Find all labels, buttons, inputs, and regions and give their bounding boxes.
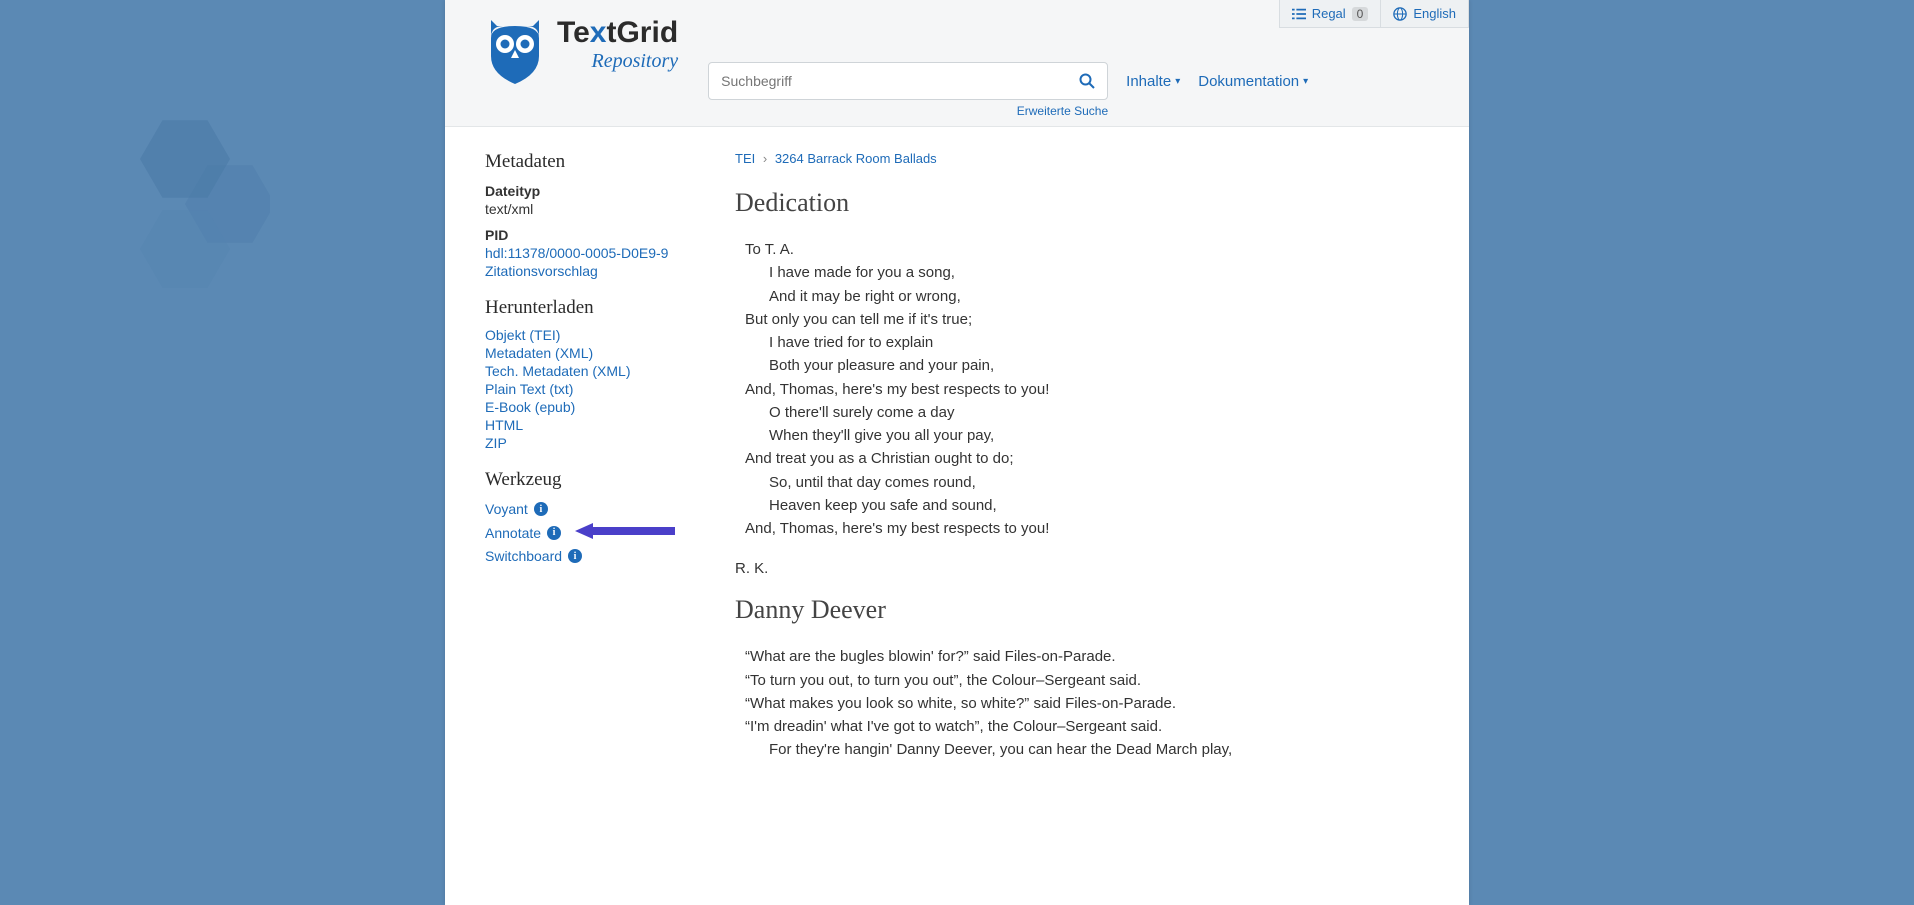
poem-line: And it may be right or wrong, <box>769 285 1429 308</box>
tool-row: Voyanti <box>485 499 695 519</box>
owl-icon <box>485 18 545 86</box>
breadcrumb-separator: › <box>763 151 767 166</box>
logo-text: TextGrid <box>557 18 678 48</box>
citation-link[interactable]: Zitationsvorschlag <box>485 263 695 279</box>
page-container: Regal 0 English TextGrid Repositor <box>445 0 1469 905</box>
breadcrumb-title[interactable]: 3264 Barrack Room Ballads <box>775 151 937 166</box>
info-icon[interactable]: i <box>568 549 582 563</box>
download-link[interactable]: Metadaten (XML) <box>485 345 695 361</box>
poem-line: I have made for you a song, <box>769 261 1429 284</box>
poem-line: Both your pleasure and your pain, <box>769 354 1429 377</box>
language-button[interactable]: English <box>1380 0 1468 27</box>
logo[interactable]: TextGrid Repository <box>485 14 678 86</box>
poem-line: “What makes you look so white, so white?… <box>745 692 1429 715</box>
shelf-button[interactable]: Regal 0 <box>1280 0 1381 27</box>
shelf-label: Regal <box>1312 6 1346 21</box>
search-area: Inhalte ▾ Dokumentation ▾ Erweiterte Suc… <box>708 14 1429 118</box>
pid-label: PID <box>485 227 695 243</box>
annotation-arrow <box>575 521 675 544</box>
section-heading-dedication: Dedication <box>735 188 1429 218</box>
shelf-count-badge: 0 <box>1352 7 1369 21</box>
filetype-value: text/xml <box>485 201 695 217</box>
tools-heading: Werkzeug <box>485 469 695 491</box>
background-hex-pattern <box>0 0 270 905</box>
poem-line: So, until that day comes round, <box>769 471 1429 494</box>
poem-line: When they'll give you all your pay, <box>769 424 1429 447</box>
breadcrumb-tei[interactable]: TEI <box>735 151 755 166</box>
poem-line: Heaven keep you safe and sound, <box>769 494 1429 517</box>
poem-line: To T. A. <box>745 238 1429 261</box>
pid-link[interactable]: hdl:11378/0000-0005-D0E9-9 <box>485 245 695 261</box>
chevron-down-icon: ▾ <box>1303 76 1308 87</box>
search-button[interactable] <box>1067 63 1107 99</box>
poem-line: “I'm dreadin' what I've got to watch”, t… <box>745 715 1429 738</box>
download-list: Objekt (TEI) Metadaten (XML) Tech. Metadat… <box>485 327 695 451</box>
breadcrumb: TEI › 3264 Barrack Room Ballads <box>735 151 1429 166</box>
tool-link-annotate[interactable]: Annotate <box>485 525 541 541</box>
download-link[interactable]: Plain Text (txt) <box>485 381 695 397</box>
poem-line: O there'll surely come a day <box>769 401 1429 424</box>
poem-line: “To turn you out, to turn you out”, the … <box>745 669 1429 692</box>
info-icon[interactable]: i <box>547 526 561 540</box>
body: Metadaten Dateityp text/xml PID hdl:1137… <box>445 127 1469 802</box>
poem-line: And, Thomas, here's my best respects to … <box>745 517 1429 540</box>
poem-line: But only you can tell me if it's true; <box>745 308 1429 331</box>
info-icon[interactable]: i <box>534 502 548 516</box>
poem-line: I have tried for to explain <box>769 331 1429 354</box>
chevron-down-icon: ▾ <box>1175 76 1180 87</box>
download-link[interactable]: HTML <box>485 417 695 433</box>
tools-list: VoyantiAnnotateiSwitchboardi <box>485 499 695 566</box>
advanced-search-link[interactable]: Erweiterte Suche <box>708 104 1108 118</box>
search-icon <box>1079 73 1095 89</box>
section-heading-danny-deever: Danny Deever <box>735 595 1429 625</box>
poem-line: And, Thomas, here's my best respects to … <box>745 378 1429 401</box>
signature: R. K. <box>735 560 1429 577</box>
list-icon <box>1292 7 1306 21</box>
globe-icon <box>1393 7 1407 21</box>
download-link[interactable]: Tech. Metadaten (XML) <box>485 363 695 379</box>
download-heading: Herunterladen <box>485 297 695 319</box>
download-link[interactable]: Objekt (TEI) <box>485 327 695 343</box>
nav-contents[interactable]: Inhalte ▾ <box>1126 73 1180 90</box>
sidebar: Metadaten Dateityp text/xml PID hdl:1137… <box>485 151 695 762</box>
tool-row: Switchboard i <box>485 546 695 566</box>
language-label: English <box>1413 6 1456 21</box>
tool-row: Annotate i <box>485 521 695 544</box>
top-utility-bar: Regal 0 English <box>1279 0 1469 28</box>
download-link[interactable]: ZIP <box>485 435 695 451</box>
nav-documentation[interactable]: Dokumentation ▾ <box>1198 73 1308 90</box>
filetype-label: Dateityp <box>485 183 695 199</box>
poem-dedication: To T. A.I have made for you a song,And i… <box>745 238 1429 540</box>
logo-subtitle: Repository <box>557 50 678 73</box>
metadata-heading: Metadaten <box>485 151 695 173</box>
tool-link-voyant[interactable]: Voyant <box>485 501 528 517</box>
main-content: TEI › 3264 Barrack Room Ballads Dedicati… <box>735 151 1429 762</box>
poem-line: For they're hangin' Danny Deever, you ca… <box>769 738 1429 761</box>
search-box <box>708 62 1108 100</box>
download-link[interactable]: E-Book (epub) <box>485 399 695 415</box>
poem-line: “What are the bugles blowin' for?” said … <box>745 645 1429 668</box>
search-input[interactable] <box>709 63 1067 99</box>
tool-link-switchboard[interactable]: Switchboard <box>485 548 562 564</box>
poem-danny-deever: “What are the bugles blowin' for?” said … <box>745 645 1429 761</box>
poem-line: And treat you as a Christian ought to do… <box>745 447 1429 470</box>
